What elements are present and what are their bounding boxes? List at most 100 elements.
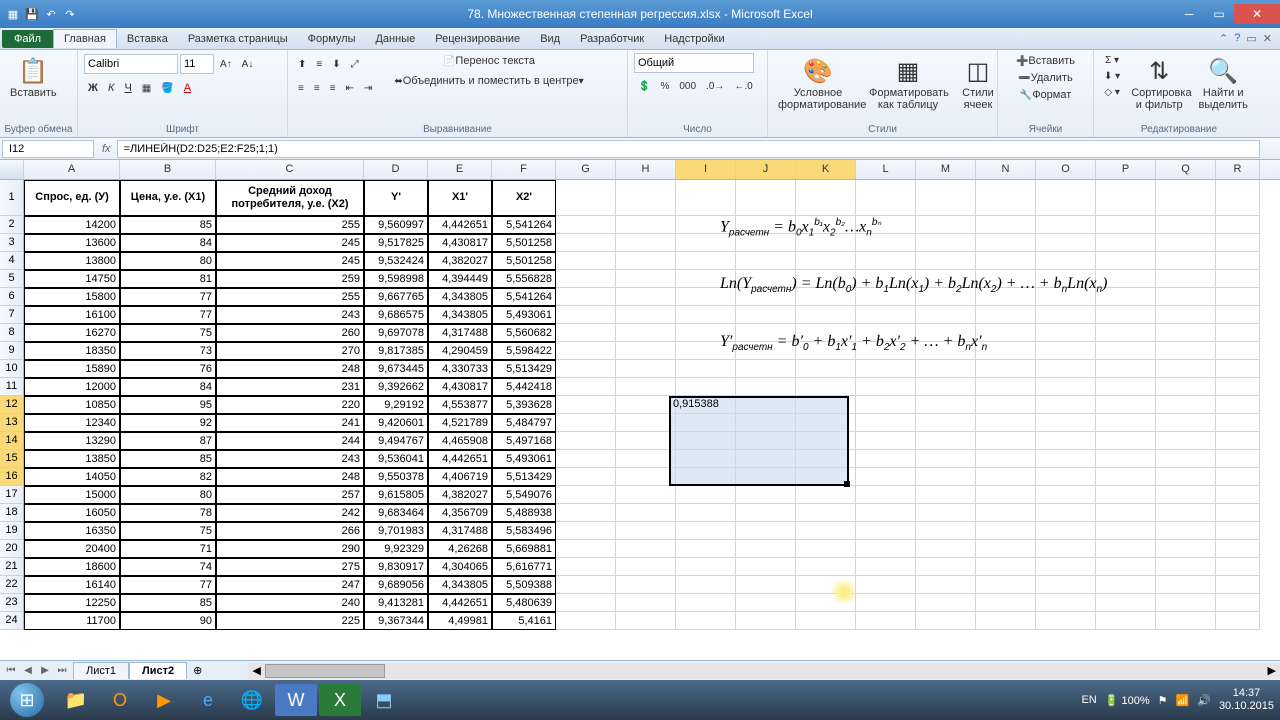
cell-D3[interactable]: 9,517825 bbox=[364, 234, 428, 252]
cell-H18[interactable] bbox=[616, 504, 676, 522]
cell-R4[interactable] bbox=[1216, 252, 1260, 270]
cell-H17[interactable] bbox=[616, 486, 676, 504]
cell-R13[interactable] bbox=[1216, 414, 1260, 432]
cell-L14[interactable] bbox=[856, 432, 916, 450]
cell-M13[interactable] bbox=[916, 414, 976, 432]
cell-R8[interactable] bbox=[1216, 324, 1260, 342]
cell-P17[interactable] bbox=[1096, 486, 1156, 504]
cell-F16[interactable]: 5,513429 bbox=[492, 468, 556, 486]
cell-I18[interactable] bbox=[676, 504, 736, 522]
close-button[interactable]: ✕ bbox=[1234, 4, 1280, 24]
cell-I19[interactable] bbox=[676, 522, 736, 540]
tab-formulas[interactable]: Формулы bbox=[298, 30, 366, 48]
cell-G16[interactable] bbox=[556, 468, 616, 486]
spreadsheet-grid[interactable]: ABCDEFGHIJKLMNOPQR 1Спрос, ед. (У)Цена, … bbox=[0, 160, 1280, 660]
cell-Q7[interactable] bbox=[1156, 306, 1216, 324]
delete-cells-button[interactable]: ➖ Удалить bbox=[1004, 70, 1087, 86]
col-header-H[interactable]: H bbox=[616, 160, 676, 179]
cell-M23[interactable] bbox=[916, 594, 976, 612]
cell-P7[interactable] bbox=[1096, 306, 1156, 324]
cell-N24[interactable] bbox=[976, 612, 1036, 630]
select-all-corner[interactable] bbox=[0, 160, 24, 179]
cell-M12[interactable] bbox=[916, 396, 976, 414]
cell-R22[interactable] bbox=[1216, 576, 1260, 594]
cell-Q2[interactable] bbox=[1156, 216, 1216, 234]
cell-B22[interactable]: 77 bbox=[120, 576, 216, 594]
cell-L17[interactable] bbox=[856, 486, 916, 504]
cell-E7[interactable]: 4,343805 bbox=[428, 306, 492, 324]
cell-P11[interactable] bbox=[1096, 378, 1156, 396]
cell-A21[interactable]: 18600 bbox=[24, 558, 120, 576]
cell-B19[interactable]: 75 bbox=[120, 522, 216, 540]
cell-N14[interactable] bbox=[976, 432, 1036, 450]
cell-G5[interactable] bbox=[556, 270, 616, 288]
cell-K12[interactable] bbox=[796, 396, 856, 414]
cell-B2[interactable]: 85 bbox=[120, 216, 216, 234]
cell-P10[interactable] bbox=[1096, 360, 1156, 378]
cell-F22[interactable]: 5,509388 bbox=[492, 576, 556, 594]
cell-N18[interactable] bbox=[976, 504, 1036, 522]
cell-Q21[interactable] bbox=[1156, 558, 1216, 576]
cell-C17[interactable]: 257 bbox=[216, 486, 364, 504]
cell-A17[interactable]: 15000 bbox=[24, 486, 120, 504]
cell-J13[interactable] bbox=[736, 414, 796, 432]
cell-O21[interactable] bbox=[1036, 558, 1096, 576]
cell-G3[interactable] bbox=[556, 234, 616, 252]
cell-J10[interactable] bbox=[736, 360, 796, 378]
redo-icon[interactable]: ↷ bbox=[62, 6, 78, 22]
cell-B5[interactable]: 81 bbox=[120, 270, 216, 288]
cell-G20[interactable] bbox=[556, 540, 616, 558]
cell-E20[interactable]: 4,26268 bbox=[428, 540, 492, 558]
cell-Q9[interactable] bbox=[1156, 342, 1216, 360]
cell-B11[interactable]: 84 bbox=[120, 378, 216, 396]
cell-Q6[interactable] bbox=[1156, 288, 1216, 306]
cell-I15[interactable] bbox=[676, 450, 736, 468]
cell-A11[interactable]: 12000 bbox=[24, 378, 120, 396]
align-center-icon[interactable]: ≡ bbox=[310, 81, 324, 96]
cell-D19[interactable]: 9,701983 bbox=[364, 522, 428, 540]
cell-J11[interactable] bbox=[736, 378, 796, 396]
cell-C7[interactable]: 243 bbox=[216, 306, 364, 324]
cell-O24[interactable] bbox=[1036, 612, 1096, 630]
cell-F8[interactable]: 5,560682 bbox=[492, 324, 556, 342]
header-cell-J[interactable] bbox=[736, 180, 796, 216]
format-table-button[interactable]: ▦Форматировать как таблицу bbox=[865, 53, 951, 113]
cell-B10[interactable]: 76 bbox=[120, 360, 216, 378]
cell-L4[interactable] bbox=[856, 252, 916, 270]
cell-L19[interactable] bbox=[856, 522, 916, 540]
cell-F10[interactable]: 5,513429 bbox=[492, 360, 556, 378]
cell-L22[interactable] bbox=[856, 576, 916, 594]
tab-layout[interactable]: Разметка страницы bbox=[178, 30, 298, 48]
cell-R2[interactable] bbox=[1216, 216, 1260, 234]
cell-I4[interactable] bbox=[676, 252, 736, 270]
cell-B17[interactable]: 80 bbox=[120, 486, 216, 504]
col-header-K[interactable]: K bbox=[796, 160, 856, 179]
col-header-I[interactable]: I bbox=[676, 160, 736, 179]
cell-C8[interactable]: 260 bbox=[216, 324, 364, 342]
cell-A15[interactable]: 13850 bbox=[24, 450, 120, 468]
cell-I22[interactable] bbox=[676, 576, 736, 594]
cell-O3[interactable] bbox=[1036, 234, 1096, 252]
cell-Q17[interactable] bbox=[1156, 486, 1216, 504]
indent-dec-icon[interactable]: ⇤ bbox=[342, 81, 358, 96]
font-size-select[interactable] bbox=[180, 54, 214, 74]
help-icon[interactable]: ? bbox=[1234, 32, 1240, 45]
cell-O10[interactable] bbox=[1036, 360, 1096, 378]
cell-Q5[interactable] bbox=[1156, 270, 1216, 288]
cell-A12[interactable]: 10850 bbox=[24, 396, 120, 414]
cell-M14[interactable] bbox=[916, 432, 976, 450]
cell-Q16[interactable] bbox=[1156, 468, 1216, 486]
cell-I16[interactable] bbox=[676, 468, 736, 486]
cell-F11[interactable]: 5,442418 bbox=[492, 378, 556, 396]
cell-K14[interactable] bbox=[796, 432, 856, 450]
cell-J24[interactable] bbox=[736, 612, 796, 630]
cell-K21[interactable] bbox=[796, 558, 856, 576]
taskbar-lang[interactable]: EN bbox=[1081, 694, 1096, 706]
cell-L15[interactable] bbox=[856, 450, 916, 468]
cell-Q11[interactable] bbox=[1156, 378, 1216, 396]
align-left-icon[interactable]: ≡ bbox=[294, 81, 308, 96]
cell-Q3[interactable] bbox=[1156, 234, 1216, 252]
cell-I21[interactable] bbox=[676, 558, 736, 576]
cell-G8[interactable] bbox=[556, 324, 616, 342]
cell-F23[interactable]: 5,480639 bbox=[492, 594, 556, 612]
